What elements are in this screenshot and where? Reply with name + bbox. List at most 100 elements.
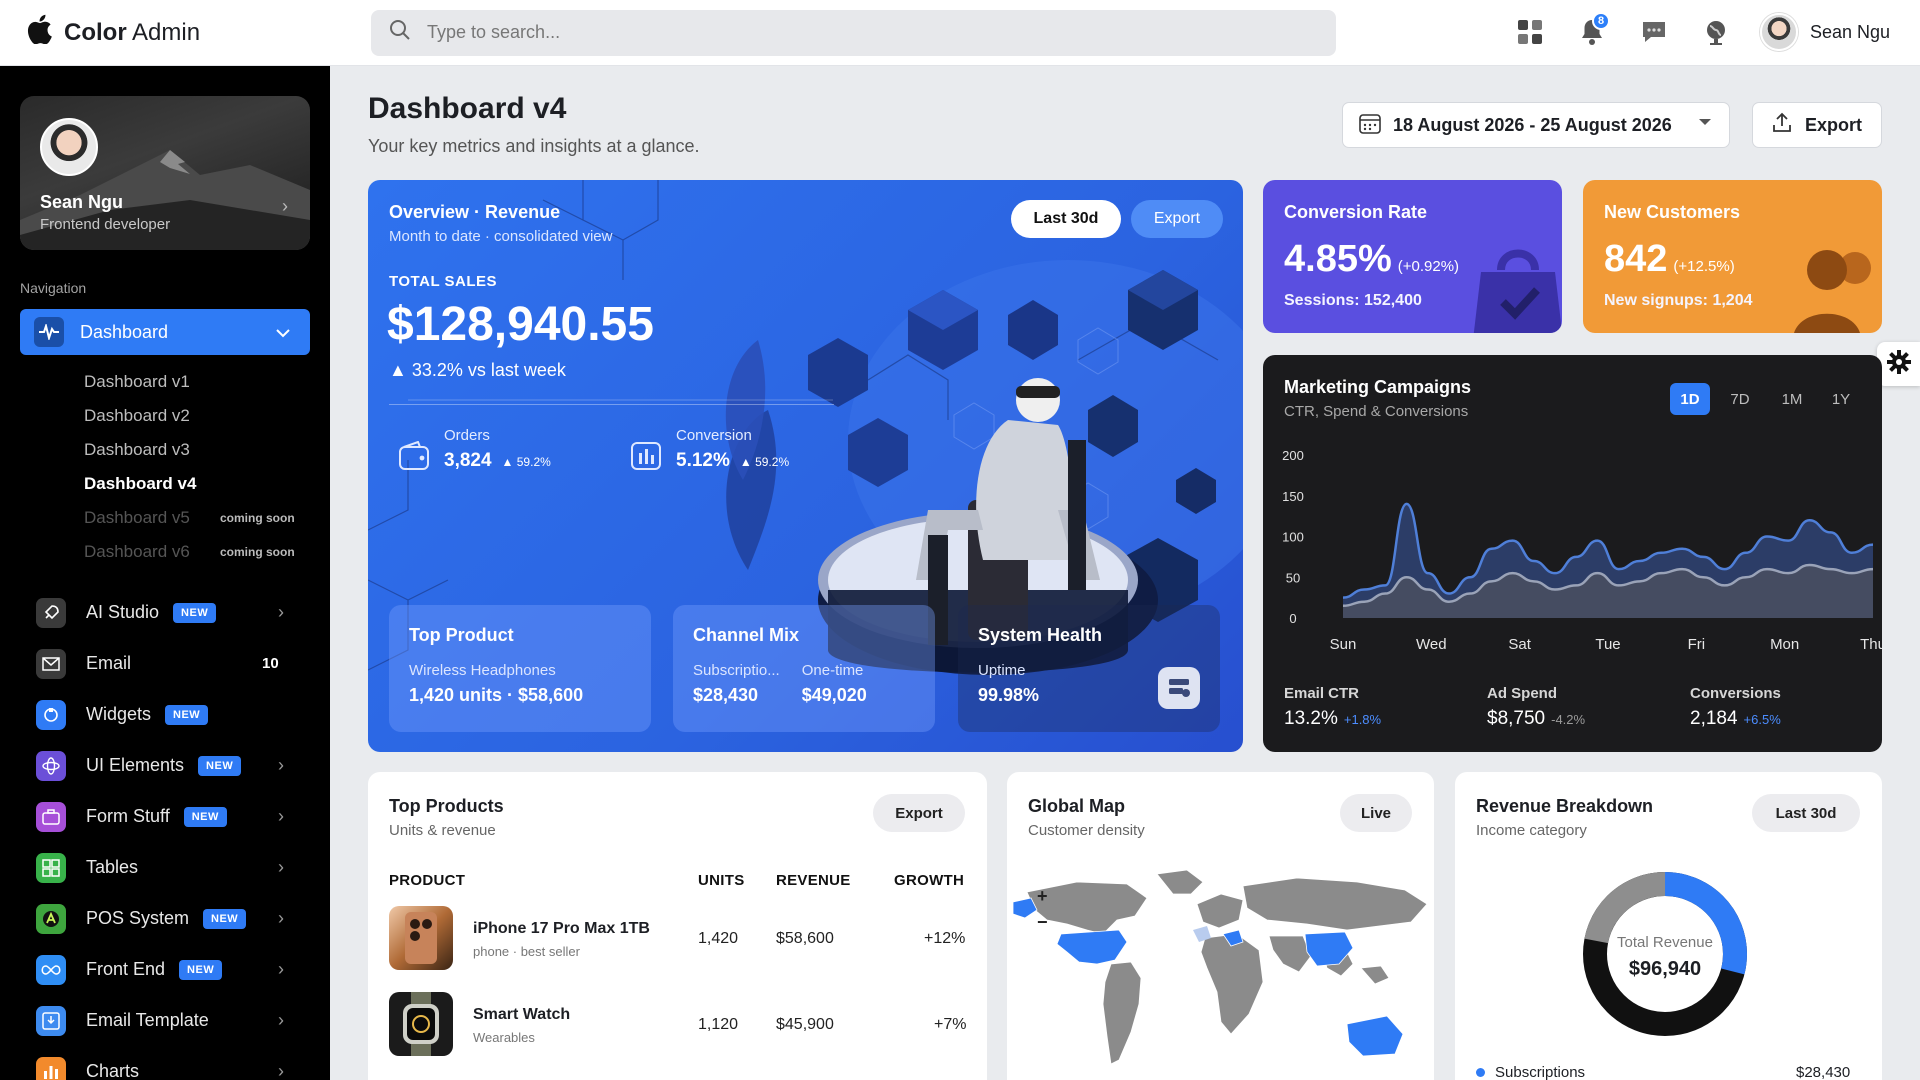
live-button[interactable]: Live [1340, 794, 1412, 832]
sidebar-item-dashboard-v1[interactable]: Dashboard v1 [0, 365, 330, 399]
email-count: 10 [262, 655, 279, 672]
world-map[interactable] [1007, 864, 1434, 1080]
channel-a-value: $28,430 [693, 685, 759, 705]
new-badge: NEW [179, 959, 223, 980]
notifications-bell-icon[interactable]: 8 [1572, 12, 1612, 52]
column-header-product[interactable]: PRODUCT [389, 872, 465, 889]
export-button[interactable]: Export [1752, 102, 1882, 148]
sidebar: Sean Ngu Frontend developer › Navigation… [0, 66, 330, 1080]
infinity-icon [36, 954, 66, 985]
shopping-bag-icon [1473, 249, 1562, 333]
revenue-breakdown-title: Revenue Breakdown [1476, 796, 1654, 816]
channel-mix-card[interactable]: Channel Mix Subscriptio... $28,430 One-t… [673, 605, 935, 732]
last-30d-filter-button[interactable]: Last 30d [1752, 794, 1860, 832]
divider [389, 404, 834, 405]
zoom-in-button[interactable]: + [1037, 886, 1048, 907]
sidebar-item-ui-elements[interactable]: UI Elements NEW › [0, 740, 330, 791]
brand-rest: Admin [132, 18, 201, 46]
sessions-count: Sessions: 152,400 [1284, 292, 1422, 309]
user-name: Sean Ngu [1810, 21, 1891, 42]
search-input[interactable] [427, 22, 1287, 43]
kpi-value: 13.2% [1284, 708, 1338, 729]
kpi-delta: +6.5% [1743, 712, 1781, 727]
conversion-delta: ▲ 59.2% [739, 455, 790, 469]
conversion-rate-value: 4.85% [1284, 238, 1392, 280]
overview-export-button[interactable]: Export [1131, 200, 1223, 238]
new-customers-tile[interactable]: New Customers 842 (+12.5%) New signups: 1… [1583, 180, 1882, 333]
last-30d-button[interactable]: Last 30d [1011, 200, 1121, 238]
kpi-delta: -4.2% [1551, 712, 1586, 727]
calendar-icon [1359, 112, 1381, 139]
column-header-units[interactable]: UNITS [698, 872, 745, 889]
sidebar-item-ai-studio[interactable]: AI Studio NEW › [0, 587, 330, 638]
chevron-right-icon: › [278, 755, 284, 775]
profile-card[interactable]: Sean Ngu Frontend developer › [20, 96, 310, 250]
date-range-picker[interactable]: 18 August 2026 - 25 August 2026 [1342, 102, 1730, 148]
orders-stat: Orders 3,824 ▲ 59.2% [398, 427, 551, 476]
channel-b-label: One-time [801, 662, 864, 679]
orders-delta: ▲ 59.2% [501, 455, 551, 469]
sidebar-item-form-stuff[interactable]: Form Stuff NEW › [0, 791, 330, 842]
globe-icon[interactable] [1696, 12, 1736, 52]
sidebar-item-dashboard-v2[interactable]: Dashboard v2 [0, 399, 330, 433]
submenu-label: Dashboard v1 [84, 372, 190, 391]
sidebar-item-label: UI Elements [86, 755, 185, 775]
zoom-out-button[interactable]: − [1037, 912, 1048, 933]
inbox-icon [36, 1005, 66, 1036]
smartwatch-thumbnail [389, 992, 453, 1056]
sidebar-item-email[interactable]: Email 10 [0, 638, 330, 689]
column-header-revenue[interactable]: REVENUE [776, 872, 851, 889]
top-products-export-button[interactable]: Export [873, 794, 965, 832]
email-ctr-kpi: Email CTR 13.2% +1.8% [1284, 685, 1381, 730]
sidebar-item-label: Form Stuff [86, 806, 170, 826]
notifications-badge: 8 [1592, 12, 1610, 30]
pos-icon [36, 903, 66, 934]
grid-icon [36, 852, 66, 883]
conversion-rate-tile[interactable]: Conversion Rate 4.85% (+0.92%) Sessions: … [1263, 180, 1562, 333]
sidebar-item-widgets[interactable]: Widgets NEW [0, 689, 330, 740]
settings-gear-button[interactable] [1877, 342, 1920, 386]
chevron-right-icon: › [278, 1010, 284, 1030]
sidebar-item-charts[interactable]: Charts › [0, 1046, 330, 1080]
user-menu[interactable]: Sean Ngu [1760, 13, 1890, 51]
profile-name: Sean Ngu [40, 192, 124, 212]
top-product-units: 1,420 units · $58,600 [409, 685, 584, 705]
sidebar-item-tables[interactable]: Tables › [0, 842, 330, 893]
brand[interactable]: Color Admin [0, 14, 330, 51]
sidebar-item-label: AI Studio [86, 602, 160, 622]
submenu-label: Dashboard v5 [84, 508, 190, 527]
sidebar-item-label: Email [86, 653, 132, 673]
sidebar-item-label: Widgets [86, 704, 152, 724]
marketing-campaigns-card: Marketing Campaigns CTR, Spend & Convers… [1263, 355, 1882, 752]
apps-grid-icon[interactable] [1510, 12, 1550, 52]
product-name: Smart Watch [473, 1006, 571, 1023]
y-tick-label: 150 [1282, 489, 1304, 504]
sidebar-item-email-template[interactable]: Email Template › [0, 995, 330, 1046]
chart-icon [36, 1056, 66, 1080]
x-tick-label: Sun [1330, 636, 1357, 653]
product-category: phone · best seller [473, 944, 580, 959]
rocket-icon [36, 597, 66, 628]
conversion-rate-delta: (+0.92%) [1397, 258, 1460, 275]
sidebar-item-dashboard[interactable]: Dashboard [20, 309, 310, 355]
conversion-stat: Conversion 5.12% ▲ 59.2% [630, 427, 789, 476]
submenu-label: Dashboard v3 [84, 440, 190, 459]
sidebar-item-dashboard-v3[interactable]: Dashboard v3 [0, 433, 330, 467]
sidebar-item-pos-system[interactable]: POS System NEW › [0, 893, 330, 944]
chat-bubble-icon[interactable] [1634, 12, 1674, 52]
table-row[interactable]: Smart Watch Wearables 1,120 $45,900 +7% [389, 992, 969, 1058]
sidebar-item-dashboard-v4[interactable]: Dashboard v4 [0, 467, 330, 501]
sidebar-item-label: Email Template [86, 1010, 209, 1030]
sidebar-item-front-end[interactable]: Front End NEW › [0, 944, 330, 995]
system-health-card[interactable]: System Health Uptime 99.98% [958, 605, 1220, 732]
chevron-right-icon: › [278, 857, 284, 877]
top-product-name: Wireless Headphones [409, 662, 556, 679]
bar-chart-icon [630, 441, 662, 476]
search-bar[interactable] [371, 9, 1336, 56]
pulse-icon [34, 317, 64, 347]
top-product-card[interactable]: Top Product Wireless Headphones 1,420 un… [389, 605, 651, 732]
column-header-growth[interactable]: GROWTH [894, 872, 964, 889]
table-row[interactable]: iPhone 17 Pro Max 1TB phone · best selle… [389, 906, 969, 972]
product-growth: +12% [924, 930, 966, 947]
chevron-right-icon: › [278, 806, 284, 826]
